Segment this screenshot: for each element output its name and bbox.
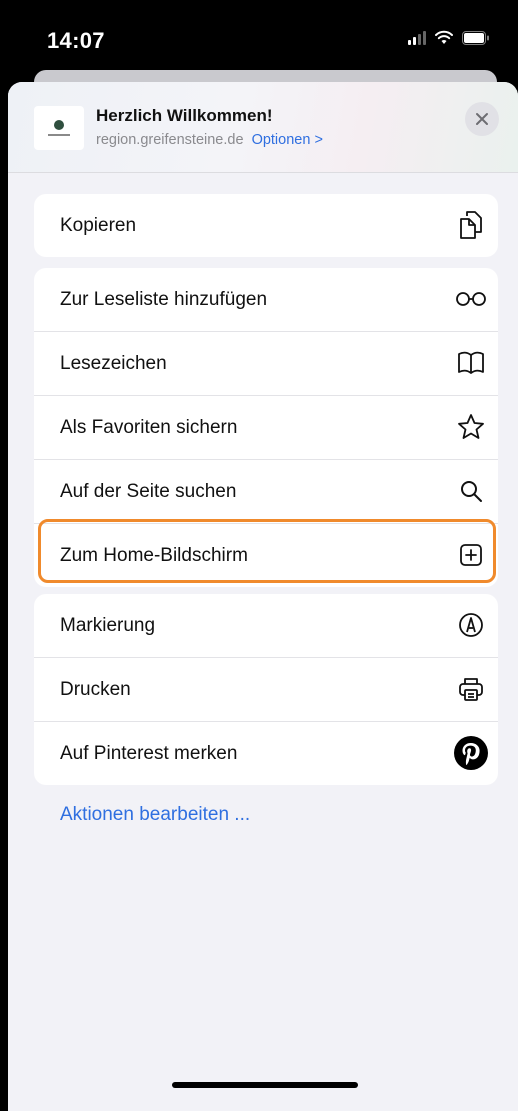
action-group-2: Zur Leseliste hinzufügen Lesezeichen Als… <box>34 268 498 587</box>
share-header: Herzlich Willkommen! region.greifenstein… <box>8 82 518 173</box>
action-copy[interactable]: Kopieren <box>34 194 498 257</box>
edit-actions-link[interactable]: Aktionen bearbeiten ... <box>60 804 250 826</box>
search-icon <box>454 474 488 508</box>
action-label: Auf der Seite suchen <box>60 481 237 502</box>
site-logo-icon <box>54 120 64 130</box>
status-time: 14:07 <box>47 28 105 53</box>
action-label: Drucken <box>60 679 131 700</box>
page-domain: region.greifensteine.de <box>96 132 244 148</box>
site-thumbnail <box>34 106 84 150</box>
star-icon <box>454 410 488 444</box>
action-favorites[interactable]: Als Favoriten sichern <box>34 395 498 459</box>
glasses-icon <box>454 282 488 316</box>
action-label: Kopieren <box>60 215 137 236</box>
home-indicator <box>172 1082 358 1088</box>
status-icons <box>408 30 490 45</box>
action-label: Als Favoriten sichern <box>60 417 238 438</box>
action-pinterest[interactable]: Auf Pinterest merken <box>34 721 498 785</box>
pinterest-icon <box>454 736 488 770</box>
action-label: Auf Pinterest merken <box>60 743 238 764</box>
action-find-on-page[interactable]: Auf der Seite suchen <box>34 459 498 523</box>
action-bookmark[interactable]: Lesezeichen <box>34 331 498 395</box>
action-label: Markierung <box>60 615 156 636</box>
cellular-signal-icon <box>408 31 426 45</box>
options-link[interactable]: Optionen > <box>252 132 323 148</box>
battery-icon <box>462 31 489 45</box>
markup-icon <box>454 608 488 642</box>
wifi-icon <box>435 30 453 44</box>
action-add-to-home-screen[interactable]: Zum Home-Bildschirm <box>34 523 498 587</box>
close-button[interactable] <box>465 102 499 136</box>
action-reading-list[interactable]: Zur Leseliste hinzufügen <box>34 268 498 331</box>
action-group-3: Markierung Drucken Auf Pinterest merken <box>34 594 498 785</box>
status-bar: 14:07 <box>0 0 518 60</box>
action-label: Zum Home-Bildschirm <box>60 545 248 566</box>
action-label: Lesezeichen <box>60 353 167 374</box>
share-sheet: Herzlich Willkommen! region.greifenstein… <box>8 82 518 1111</box>
action-label: Zur Leseliste hinzufügen <box>60 289 268 310</box>
plus-square-icon <box>454 538 488 572</box>
page-domain-line: region.greifensteine.de Optionen > <box>96 132 323 148</box>
action-group-1: Kopieren <box>34 194 498 257</box>
printer-icon <box>454 672 488 706</box>
action-markup[interactable]: Markierung <box>34 594 498 657</box>
book-icon <box>454 346 488 380</box>
action-print[interactable]: Drucken <box>34 657 498 721</box>
close-icon <box>476 113 488 125</box>
page-title: Herzlich Willkommen! <box>96 106 273 125</box>
copy-icon <box>454 208 488 242</box>
